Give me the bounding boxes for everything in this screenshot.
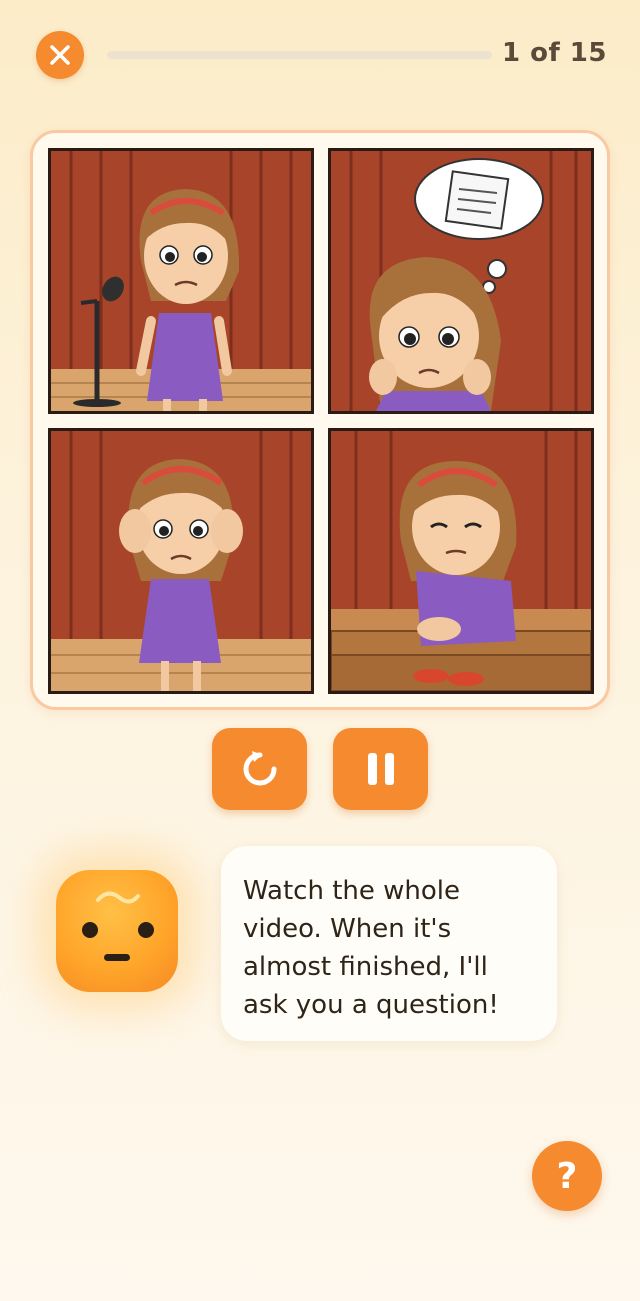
- message-bubble: Watch the whole video. When it's almost …: [221, 846, 557, 1041]
- question-counter: 1 of 15: [501, 38, 607, 68]
- help-button[interactable]: ?: [532, 1141, 602, 1211]
- panel-girl-at-microphone: [48, 148, 314, 414]
- pause-button[interactable]: [333, 728, 428, 810]
- story-video-frame[interactable]: [30, 130, 610, 710]
- replay-icon: [243, 751, 276, 786]
- replay-button[interactable]: [212, 728, 307, 810]
- panel-girl-covering-ears: [48, 428, 314, 694]
- pause-icon: [367, 753, 394, 785]
- panel-girl-thinking-of-paper: [328, 148, 594, 414]
- close-button[interactable]: [36, 31, 84, 79]
- panel-girl-sitting-sad: [328, 428, 594, 694]
- close-icon: [50, 45, 70, 65]
- progress-bar: [107, 51, 492, 59]
- worried-face-icon: [82, 891, 154, 961]
- mascot-character: [56, 870, 178, 992]
- message-text: Watch the whole video. When it's almost …: [243, 876, 499, 1020]
